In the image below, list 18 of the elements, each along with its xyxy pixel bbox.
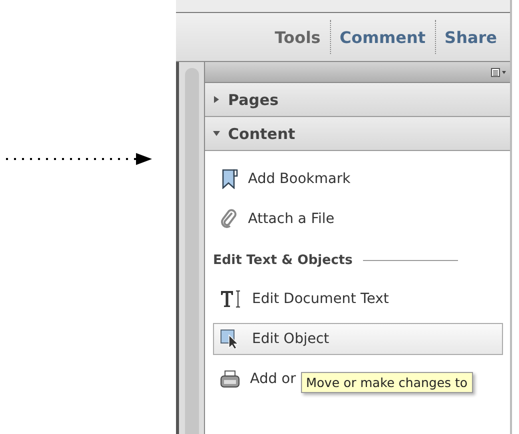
tool-item[interactable]: Edit Document Text bbox=[213, 283, 503, 315]
typewriter-icon bbox=[220, 370, 240, 388]
tab[interactable]: Share bbox=[436, 24, 506, 50]
text-cursor-icon bbox=[220, 290, 242, 308]
tool-item[interactable]: Attach a File bbox=[213, 203, 503, 235]
disclosure-triangle-icon bbox=[213, 96, 220, 103]
tool-item[interactable]: Add Bookmark bbox=[213, 163, 503, 195]
tab[interactable]: Tools bbox=[266, 24, 330, 50]
bookmark-icon bbox=[220, 169, 238, 189]
tool-item[interactable]: Edit Object bbox=[213, 323, 503, 355]
options-menu-icon[interactable] bbox=[491, 68, 507, 76]
paperclip-icon bbox=[220, 209, 238, 229]
tooltip: Move or make changes to bbox=[301, 372, 473, 393]
disclosure-triangle-icon bbox=[213, 130, 220, 137]
group-heading: Edit Text & Objects bbox=[213, 252, 353, 268]
tab[interactable]: Comment bbox=[330, 24, 435, 50]
section-header[interactable]: Pages bbox=[205, 83, 510, 117]
section-header[interactable]: Content bbox=[205, 117, 510, 151]
